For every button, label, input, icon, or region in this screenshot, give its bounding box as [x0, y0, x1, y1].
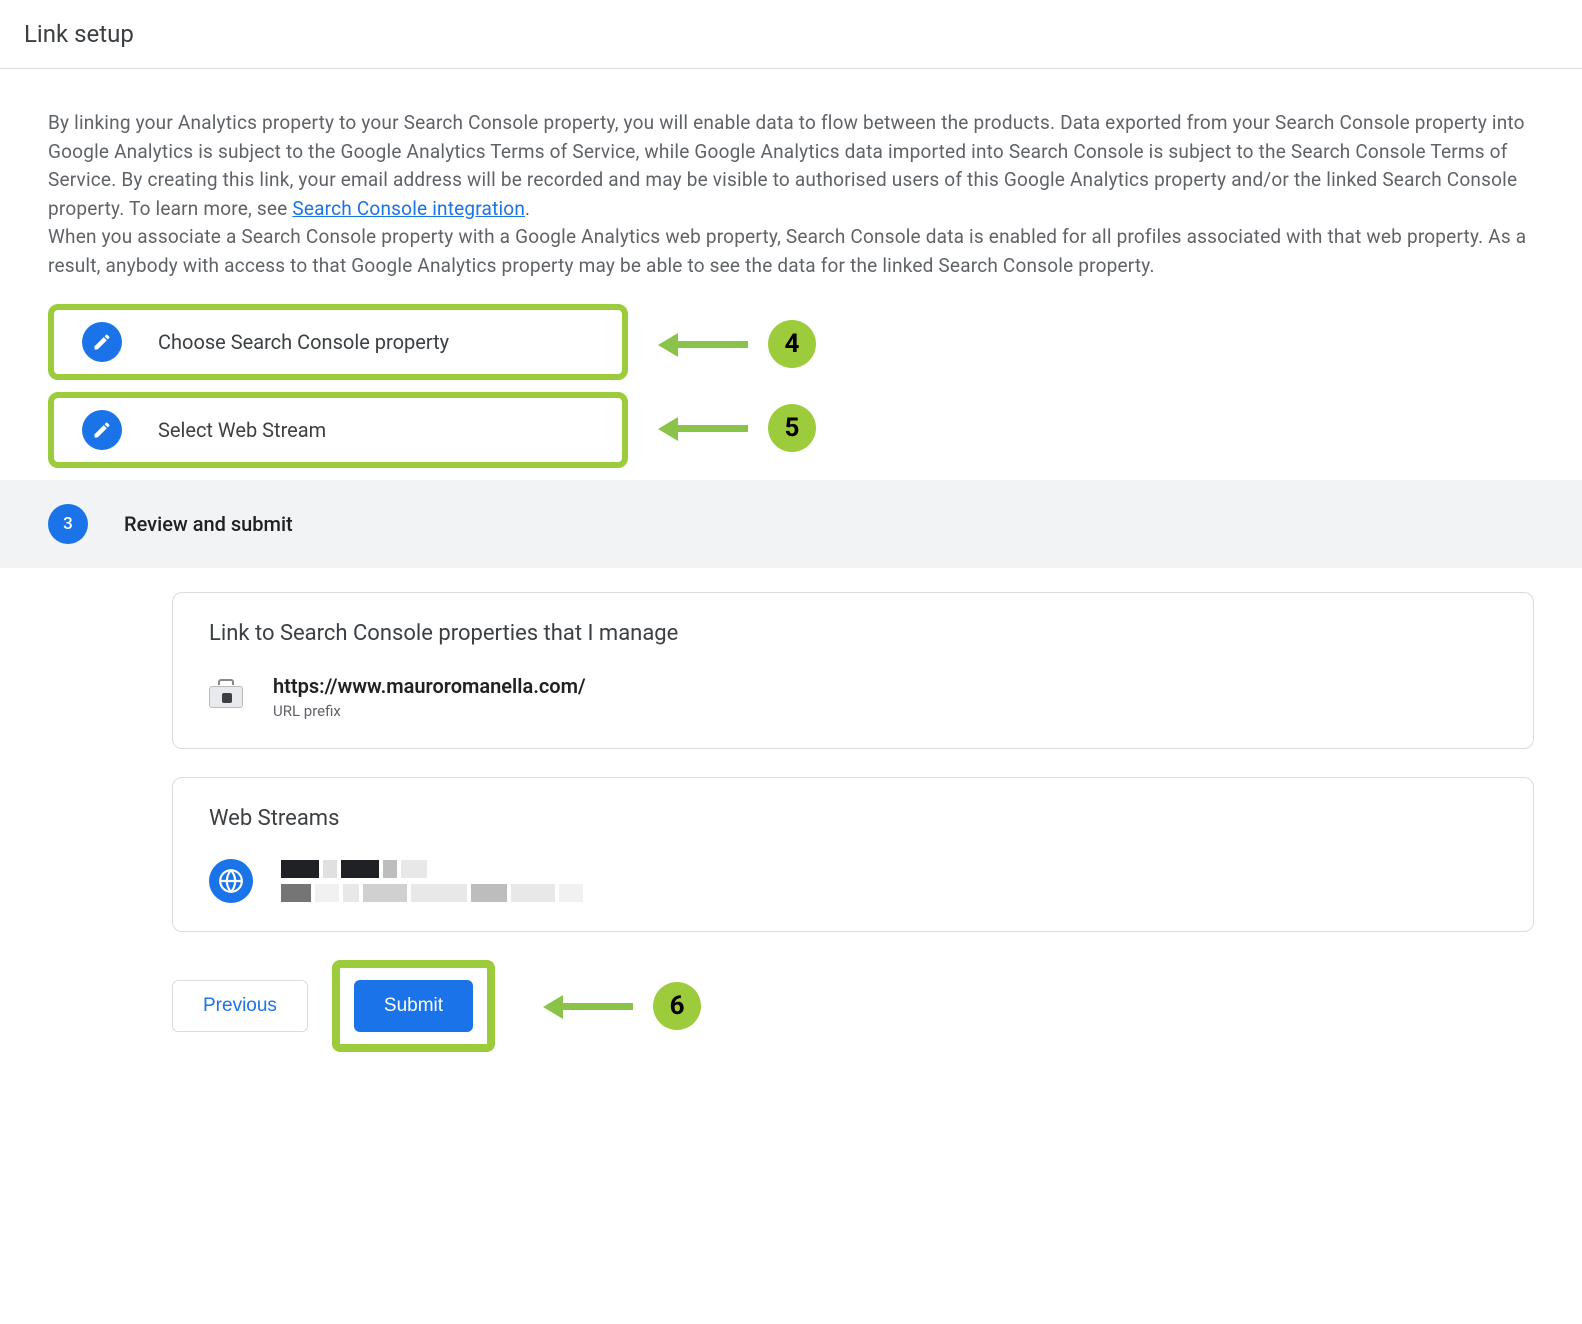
web-stream-redacted-info — [281, 860, 583, 902]
submit-highlight: Submit — [332, 960, 495, 1052]
submit-button[interactable]: Submit — [354, 980, 473, 1032]
console-property-row: https://www.mauroromanella.com/ URL pref… — [209, 674, 1497, 720]
page-header: Link setup — [0, 0, 1582, 69]
step-3-label: Review and submit — [124, 512, 293, 536]
page-title: Link setup — [24, 20, 1558, 48]
webstreams-title: Web Streams — [209, 806, 1497, 831]
console-card-title: Link to Search Console properties that I… — [209, 621, 1497, 646]
annotation-badge-5: 5 — [768, 404, 816, 452]
annotation-badge-4: 4 — [768, 320, 816, 368]
button-row: Previous Submit 6 — [172, 960, 1534, 1052]
console-property-card: Link to Search Console properties that I… — [172, 592, 1534, 749]
previous-button[interactable]: Previous — [172, 980, 308, 1032]
intro-paragraph: By linking your Analytics property to yo… — [48, 109, 1534, 280]
step-3-number: 3 — [48, 504, 88, 544]
step-2-select-web-stream[interactable]: Select Web Stream — [48, 392, 628, 468]
annotation-5: 5 — [658, 404, 816, 452]
arrow-icon — [658, 420, 748, 436]
step-1-choose-property[interactable]: Choose Search Console property — [48, 304, 628, 380]
arrow-icon — [543, 998, 633, 1014]
arrow-icon — [658, 336, 748, 352]
main-content: By linking your Analytics property to yo… — [0, 69, 1582, 1084]
search-console-integration-link[interactable]: Search Console integration — [292, 197, 525, 220]
edit-icon — [82, 410, 122, 450]
property-info: https://www.mauroromanella.com/ URL pref… — [273, 674, 586, 720]
search-console-icon — [209, 679, 245, 715]
annotation-6: 6 — [543, 982, 701, 1030]
annotation-badge-6: 6 — [653, 982, 701, 1030]
web-streams-card: Web Streams — [172, 777, 1534, 932]
globe-icon — [209, 859, 253, 903]
intro-paragraph2: When you associate a Search Console prop… — [48, 225, 1526, 277]
review-panel: Link to Search Console properties that I… — [172, 592, 1534, 1052]
annotation-4: 4 — [658, 320, 816, 368]
property-url: https://www.mauroromanella.com/ — [273, 674, 586, 698]
web-stream-row — [209, 859, 1497, 903]
intro-text-part1: By linking your Analytics property to yo… — [48, 111, 1525, 220]
step-3-review-submit: 3 Review and submit — [0, 480, 1582, 568]
step-2-label: Select Web Stream — [158, 418, 326, 442]
steps-container: Choose Search Console property 4 Select … — [48, 304, 1534, 1052]
intro-text-part2: . — [525, 197, 530, 220]
edit-icon — [82, 322, 122, 362]
step-1-label: Choose Search Console property — [158, 330, 449, 354]
property-type: URL prefix — [273, 702, 586, 720]
